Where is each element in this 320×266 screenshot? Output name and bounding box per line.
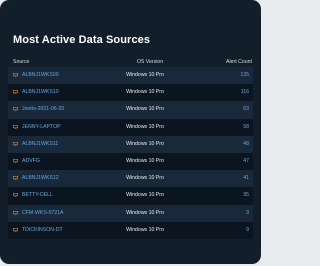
monitor-icon	[13, 193, 18, 198]
alert-count[interactable]: 9	[246, 222, 249, 239]
source-link[interactable]: CFM-WKS-0721A	[22, 205, 64, 222]
table-row[interactable]: ALBNJ1WKS12 Windows 10 Pro 41	[8, 170, 253, 188]
alert-count[interactable]: 48	[243, 136, 249, 153]
table-row[interactable]: CFM-WKS-0721A Windows 10 Pro 9	[8, 204, 253, 222]
table-row[interactable]: ALBNJ1WKS09 Windows 10 Pro 135	[8, 67, 253, 85]
alert-count[interactable]: 58	[243, 119, 249, 136]
monitor-icon	[13, 158, 18, 163]
column-header-alert-count[interactable]: Alert Count	[226, 59, 252, 65]
os-version: Windows 10 Pro	[126, 123, 164, 130]
table-row[interactable]: ADVFG Windows 10 Pro 47	[8, 152, 253, 171]
os-version: Windows 10 Pro	[126, 209, 164, 216]
monitor-icon	[13, 124, 18, 129]
source-link[interactable]: ALBNJ1WKS11	[22, 136, 58, 153]
source-link[interactable]: ALBNJ1WKS10	[22, 84, 59, 101]
monitor-icon	[13, 73, 18, 77]
os-version: Windows 10 Pro	[126, 226, 164, 233]
panel-title: Most Active Data Sources	[13, 34, 151, 46]
alert-count[interactable]: 41	[243, 170, 249, 187]
os-version: Windows 10 Pro	[126, 72, 164, 78]
alert-count[interactable]: 116	[241, 84, 249, 101]
table-header: Source OS Version Alert Count	[13, 59, 252, 67]
column-header-os-version[interactable]: OS Version	[123, 59, 177, 65]
os-version: Windows 10 Pro	[126, 106, 164, 113]
alert-count[interactable]: 63	[243, 101, 249, 118]
monitor-icon	[13, 107, 18, 112]
source-link[interactable]: ALBNJ1WKS09	[22, 67, 59, 84]
source-link[interactable]: ADVFG	[22, 153, 40, 170]
os-version: Windows 10 Pro	[126, 89, 164, 96]
alert-count[interactable]: 9	[246, 205, 249, 222]
source-link[interactable]: ALBNJ1WKS12	[22, 170, 59, 187]
os-version: Windows 10 Pro	[126, 175, 164, 182]
alert-count[interactable]: 47	[243, 153, 249, 170]
table-row[interactable]: ALBNJ1WKS10 Windows 10 Pro 116	[8, 84, 253, 102]
column-header-source[interactable]: Source	[13, 59, 29, 65]
table-row[interactable]: BETTY-DELL Windows 10 Pro 35	[8, 187, 253, 205]
table-row[interactable]: TDICKINSON-DT Windows 10 Pro 9	[8, 221, 253, 239]
os-version: Windows 10 Pro	[126, 140, 164, 147]
data-sources-table: ALBNJ1WKS09 Windows 10 Pro 135 ALBNJ1WKS…	[8, 67, 253, 239]
source-link[interactable]: TDICKINSON-DT	[22, 222, 63, 239]
source-link[interactable]: BETTY-DELL	[22, 187, 53, 204]
source-link[interactable]: JENNY-LAPTOP	[22, 119, 61, 136]
table-row[interactable]: JENNY-LAPTOP Windows 10 Pro 58	[8, 118, 253, 136]
table-row[interactable]: ALBNJ1WKS11 Windows 10 Pro 48	[8, 135, 253, 153]
monitor-icon	[13, 176, 18, 180]
os-version: Windows 10 Pro	[126, 157, 164, 164]
monitor-icon	[13, 90, 18, 94]
alert-count[interactable]: 135	[240, 67, 249, 84]
monitor-icon	[13, 227, 18, 232]
monitor-icon	[13, 210, 18, 215]
monitor-icon	[13, 141, 18, 146]
most-active-data-sources-card: Most Active Data Sources Source OS Versi…	[0, 0, 261, 264]
table-row[interactable]: Jsetto-2021-06-20 Windows 10 Pro 63	[8, 101, 253, 119]
os-version: Windows 10 Pro	[126, 192, 164, 199]
alert-count[interactable]: 35	[243, 187, 249, 204]
source-link[interactable]: Jsetto-2021-06-20	[22, 101, 64, 118]
